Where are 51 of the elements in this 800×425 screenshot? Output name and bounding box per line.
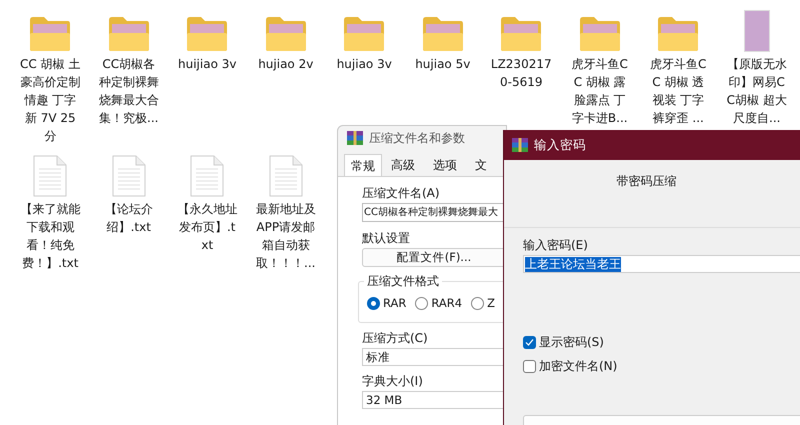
password-field[interactable]: 上老王论坛当老王 [523,255,800,273]
photo-placeholder [744,10,770,52]
group-title: 压缩文件格式 [364,273,442,289]
profile-button[interactable]: 配置文件(F)... [362,248,506,267]
folder-icon [185,16,230,52]
file-label[interactable]: hujiao 5v [412,55,474,73]
file-label[interactable]: LZ2302170-5619 [490,55,552,91]
field-label: 默认设置 [362,230,411,246]
file-label[interactable]: 【原版无水印】网易CC胡椒 超大尺度自... [726,55,788,127]
method-select[interactable]: 标准 [362,348,506,366]
window-title: 压缩文件名和参数 [369,130,465,147]
archive-app-icon [512,138,528,152]
file-label[interactable]: 【论坛介绍】.txt [98,200,160,236]
text-file-icon [112,155,146,197]
text-file-icon [33,155,68,197]
folder-icon [420,16,465,52]
checkbox-option[interactable]: 显示密码(S) [523,333,800,351]
folder-icon [499,16,544,52]
folder-icon [264,16,308,52]
file-label[interactable]: hujiao 2v [254,55,317,73]
file-label[interactable]: 虎牙斗鱼CC 胡椒 露脸露点 丁字卡进B... [568,55,631,127]
file-label[interactable]: 最新地址及APP请发邮箱自动获取！！！... [254,200,317,272]
folder-icon [578,16,622,52]
file-label[interactable]: CC 胡椒 土豪高价定制情趣 丁字新 7V 25分 [19,55,82,145]
field-label: 输入密码(E) [523,237,589,253]
dialog-heading: 带密码压缩 [616,173,676,190]
field-label: 压缩方式(C) [362,330,429,346]
field-label: 压缩文件名(A) [362,185,441,201]
folder-icon [656,16,700,52]
tab[interactable]: 常规 [344,154,382,176]
folder-icon [106,16,151,52]
file-label[interactable]: hujiao 3v [333,55,396,73]
window-title: 输入密码 [534,136,586,154]
file-label[interactable]: huijiao 3v [176,55,238,73]
archive-name-field[interactable]: CC胡椒各种定制裸舞烧舞最大 [362,203,506,222]
text-file-icon [268,155,303,197]
dictionary-select[interactable]: 32 MB [362,391,506,409]
file-label[interactable]: 虎牙斗鱼CC 胡椒 透视装 丁字裤穿歪 ... [647,55,710,127]
archive-app-icon [347,131,363,145]
file-label[interactable]: 【来了就能下载和观看！纯免费！】.txt [19,200,82,272]
field-label: 字典大小(I) [362,373,424,389]
file-label[interactable]: CC胡椒各种定制裸舞烧舞最大合集！究极... [98,55,160,127]
selected-text: 上老王论坛当老王 [525,256,621,272]
folder-icon [28,16,72,52]
format-radio[interactable]: Z [471,295,495,312]
text-file-icon [190,155,224,197]
format-radio[interactable]: RAR4 [415,295,462,312]
checkbox-option[interactable]: 加密文件名(N) [523,357,800,375]
file-label[interactable]: 【永久地址发布页】.txt [176,200,238,254]
format-radio[interactable]: RAR [367,295,406,312]
folder-icon [342,16,386,52]
